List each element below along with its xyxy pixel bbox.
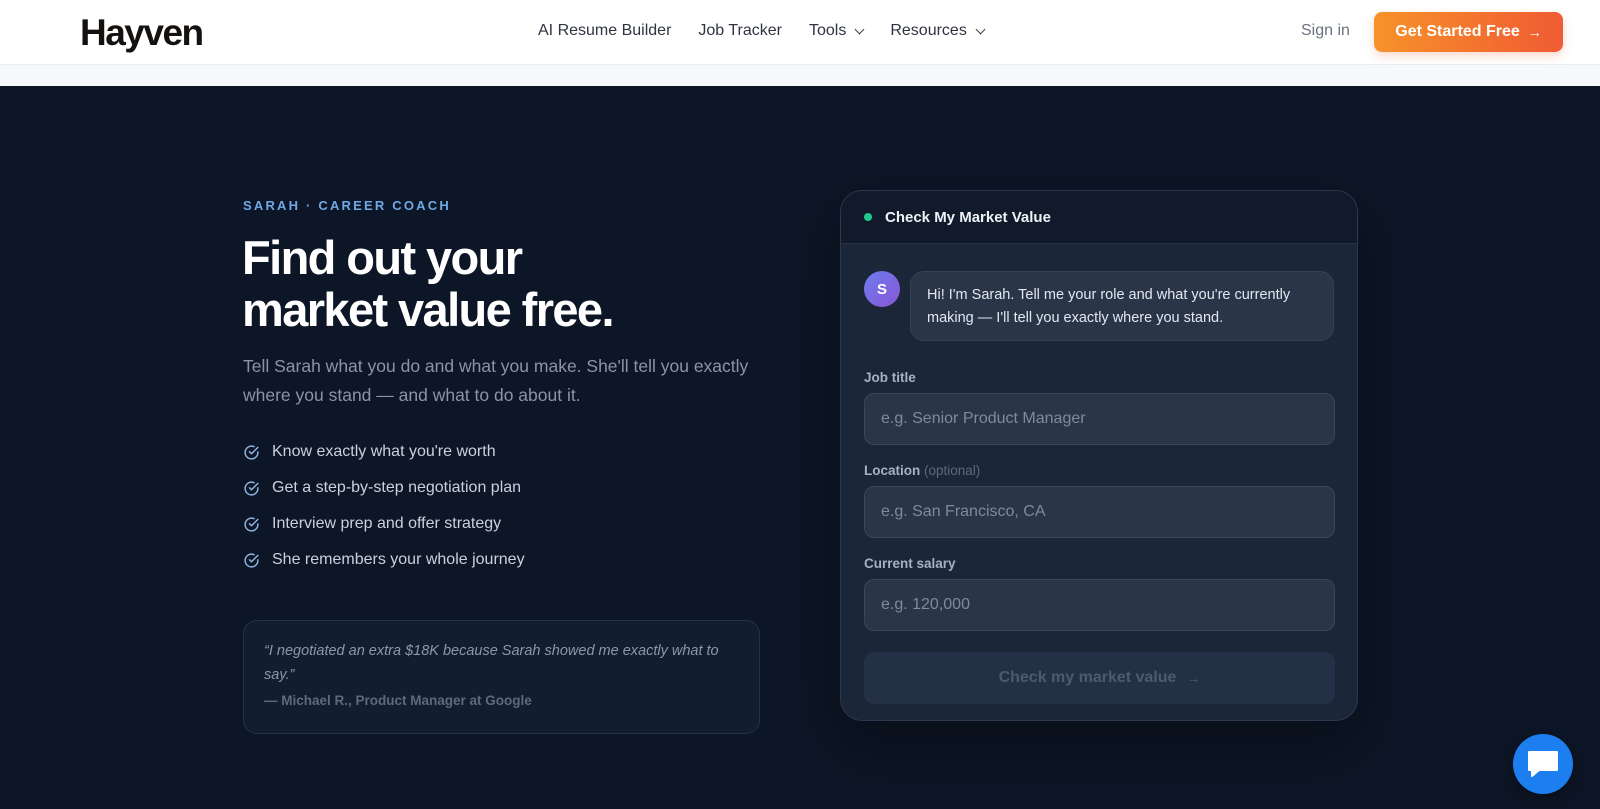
chevron-down-icon [975,24,986,34]
hero-title-line-2: market value free. [242,283,615,336]
nav-item-resources[interactable]: Resources [890,22,986,40]
nav-item-label: AI Resume Builder [538,22,672,39]
list-item: She remembers your whole journey [243,542,525,578]
card-header: Check My Market Value [841,191,1357,244]
optional-hint: (optional) [924,463,981,478]
site-header: Hayven AI Resume Builder Job Tracker Too… [0,0,1600,65]
nav-item-label: Tools [808,22,847,39]
online-status-icon [864,213,872,221]
feature-text: Interview prep and offer strategy [272,515,502,532]
avatar: S [864,271,900,307]
feature-text: Know exactly what you're worth [272,443,496,460]
list-item: Interview prep and offer strategy [243,506,525,542]
hero-subtitle: Tell Sarah what you do and what you make… [243,356,749,405]
current-salary-label: Current salary [864,556,956,571]
main-nav: AI Resume Builder Job Tracker Tools Reso… [538,22,1011,40]
job-title-input[interactable] [864,393,1335,445]
check-circle-icon [244,552,259,568]
check-market-value-button[interactable]: Check my market value → [864,652,1335,704]
chat-bubble-icon [1528,751,1558,777]
chat-bubble: Hi! I'm Sarah. Tell me your role and wha… [910,271,1334,341]
hero-title: Find out your market value free. [242,232,762,336]
chevron-down-icon [854,24,865,34]
hero-title-line-1: Find out your [242,231,523,284]
submit-label: Check my market value [998,669,1177,686]
testimonial-quote: “I negotiated an extra $18K because Sara… [264,643,719,683]
check-circle-icon [244,444,259,460]
nav-item-label: Job Tracker [698,22,782,39]
hero-eyebrow: SARAH · CAREER COACH [243,198,451,213]
feature-list: Know exactly what you're worth Get a ste… [243,434,525,578]
check-circle-icon [244,516,259,532]
chat-message: S Hi! I'm Sarah. Tell me your role and w… [864,271,1334,341]
nav-item-ai-resume-builder[interactable]: AI Resume Builder [538,22,671,40]
location-label: Location (optional) [864,463,980,478]
job-title-label: Job title [864,370,916,385]
arrow-right-icon: → [1527,24,1542,40]
testimonial-author: — Michael R., Product Manager at Google [264,693,532,708]
nav-item-tools[interactable]: Tools [808,22,865,40]
nav-item-job-tracker[interactable]: Job Tracker [698,22,782,40]
location-label-text: Location [864,463,921,478]
market-value-card: Check My Market Value S Hi! I'm Sarah. T… [840,190,1358,721]
testimonial-card: “I negotiated an extra $18K because Sara… [243,620,760,734]
card-title: Check My Market Value [885,208,1051,226]
get-started-label: Get Started Free [1395,23,1520,40]
list-item: Know exactly what you're worth [243,434,525,470]
sign-in-link[interactable]: Sign in [1301,22,1350,40]
chat-widget-button[interactable] [1513,734,1573,794]
arrow-right-icon: → [1186,670,1201,686]
current-salary-input[interactable] [864,579,1335,631]
brand-logo[interactable]: Hayven [80,14,204,51]
location-input[interactable] [864,486,1335,538]
feature-text: She remembers your whole journey [272,551,525,568]
get-started-button[interactable]: Get Started Free → [1374,12,1563,52]
feature-text: Get a step-by-step negotiation plan [272,479,522,496]
hero-section: SARAH · CAREER COACH Find out your marke… [0,86,1600,809]
header-divider-strip [0,65,1600,86]
check-circle-icon [244,480,259,496]
list-item: Get a step-by-step negotiation plan [243,470,525,506]
nav-item-label: Resources [890,22,967,39]
